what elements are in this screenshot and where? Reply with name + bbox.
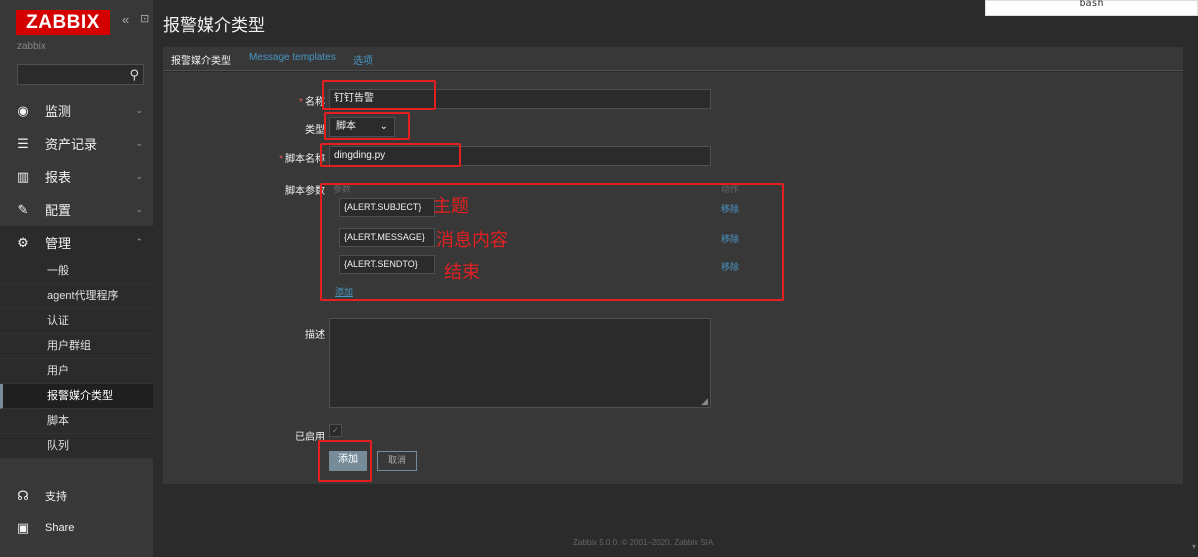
chart-icon: ▥ [16,168,30,184]
annotation-box-params [320,183,784,301]
submenu-item-general[interactable]: 一般 [0,259,153,284]
kiosk-mode-icon[interactable]: ⊡ [140,12,149,25]
annotation-box-script-name [320,143,461,167]
tab-options[interactable]: 选项 [353,52,373,67]
bash-popup: bash [985,0,1198,16]
submenu-item-queue[interactable]: 队列 [0,434,153,459]
page-title: 报警媒介类型 [163,16,265,35]
scroll-down-icon[interactable]: ▾ [1192,542,1196,551]
submenu-item-scripts[interactable]: 脚本 [0,409,153,434]
instance-name: zabbix [17,41,46,52]
menu-item-label: 管理 [45,236,72,251]
description-label: 描述 [305,330,325,341]
administration-submenu: 一般 agent代理程序 认证 用户群组 用户 报警媒介类型 脚本 队列 [0,259,153,459]
chevron-down-icon: ⌄ [135,138,143,148]
required-marker: * [299,97,303,108]
zabbix-logo[interactable]: ZABBIX [16,10,110,35]
sidebar: ZABBIX « ⊡ zabbix ⚲ ◉ 监测 ⌄ ☰ 资产记录 ⌄ ▥ 报表… [0,0,153,557]
submenu-item-user-groups[interactable]: 用户群组 [0,334,153,359]
menu-item-label: 配置 [45,203,72,218]
menu-item-share[interactable]: ▣ Share [0,512,153,544]
submenu-item-media-types[interactable]: 报警媒介类型 [0,384,153,409]
menu-item-administration[interactable]: ⚙ 管理 ⌃ [0,226,153,259]
annotation-end: 结束 [444,262,480,282]
menu-item-inventory[interactable]: ☰ 资产记录 ⌄ [0,127,153,160]
description-textarea[interactable]: ◢ [329,318,711,408]
footer-copyright: Zabbix 5.0.0. © 2001–2020, Zabbix SIA [573,538,714,547]
menu-item-label: 支持 [45,491,67,503]
eye-icon: ◉ [17,102,29,118]
annotation-box-add-button [318,440,372,482]
menu-item-monitoring[interactable]: ◉ 监测 ⌄ [0,94,153,127]
menu-item-label: 资产记录 [45,137,98,152]
annotation-box-type [324,112,410,140]
script-name-label: * 脚本名称 [279,154,325,165]
gear-icon: ⚙ [17,234,29,250]
submenu-item-proxies[interactable]: agent代理程序 [0,284,153,309]
wrench-icon: ✎ [17,201,29,217]
required-marker: * [279,154,283,165]
chevron-down-icon: ⌄ [135,204,143,214]
menu-item-label: Share [45,522,75,534]
chevron-up-icon: ⌃ [135,237,143,247]
main-menu: ◉ 监测 ⌄ ☰ 资产记录 ⌄ ▥ 报表 ⌄ ✎ 配置 ⌄ ⚙ 管理 ⌃ 一般 … [0,94,153,459]
list-icon: ☰ [17,135,29,151]
sidebar-search-input[interactable]: ⚲ [17,64,144,85]
submenu-item-users[interactable]: 用户 [0,359,153,384]
collapse-sidebar-icon[interactable]: « [122,12,129,27]
enabled-label: 已启用 [295,432,325,443]
type-label: 类型 [305,125,325,136]
chevron-down-icon: ⌄ [135,171,143,181]
menu-item-label: 报表 [45,170,72,185]
main-content: 报警媒介类型 报警媒介类型 Message templates 选项 * 名称 钉… [153,0,1198,557]
menu-item-support[interactable]: ☊ 支持 [0,480,153,512]
headset-icon: ☊ [17,488,29,503]
chevron-down-icon: ⌄ [135,105,143,115]
name-label: * 名称 [299,97,325,108]
submenu-item-authentication[interactable]: 认证 [0,309,153,334]
share-icon: ▣ [16,520,30,535]
sidebar-bottom: ☊ 支持 ▣ Share [0,480,153,544]
annotation-box-name [322,80,436,110]
menu-item-reports[interactable]: ▥ 报表 ⌄ [0,160,153,193]
enabled-checkbox[interactable]: ✓ [329,424,342,437]
menu-item-label: 监测 [45,104,72,119]
menu-item-configuration[interactable]: ✎ 配置 ⌄ [0,193,153,226]
tab-bar: 报警媒介类型 Message templates 选项 [163,47,1183,74]
tab-media-type[interactable]: 报警媒介类型 [171,52,231,74]
resize-handle-icon[interactable]: ◢ [701,396,708,407]
cancel-button[interactable]: 取消 [377,451,417,471]
script-params-label: 脚本参数 [285,186,325,197]
annotation-message: 消息内容 [436,230,508,250]
tab-message-templates[interactable]: Message templates [249,52,336,63]
search-icon[interactable]: ⚲ [129,67,139,83]
annotation-subject: 主题 [433,196,469,216]
